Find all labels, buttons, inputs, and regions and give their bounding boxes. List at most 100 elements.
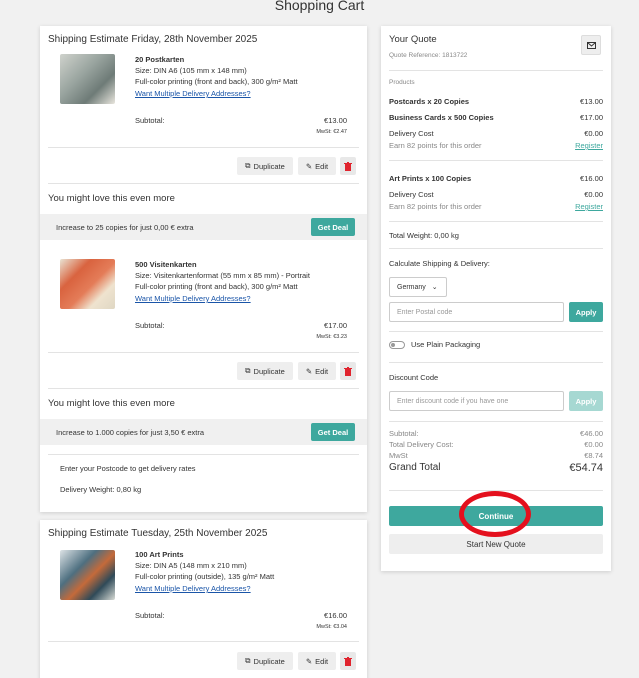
plain-packaging-toggle[interactable]: [389, 340, 405, 349]
grand-total-label: Grand Total: [389, 462, 441, 473]
plain-packaging-row: Use Plain Packaging: [389, 340, 480, 349]
divider: [48, 147, 359, 148]
subtotal-label: Subtotal:: [135, 116, 165, 125]
duplicate-button[interactable]: ⧉ Duplicate: [237, 157, 293, 175]
delivery-cost-row: Delivery Cost €0.00: [389, 190, 603, 199]
divider: [389, 362, 603, 363]
product-size: Size: Visitenkartenformat (55 mm x 85 mm…: [135, 271, 310, 280]
duplicate-button[interactable]: ⧉ Duplicate: [237, 652, 293, 670]
art-print-thumbnail: [60, 550, 115, 600]
quote-line-art-prints: Art Prints x 100 Copies €16.00: [389, 174, 603, 183]
register-link[interactable]: Register: [575, 141, 603, 150]
trash-icon: [344, 161, 352, 171]
vat-value: MwSt: €3.04: [316, 624, 347, 630]
delivery-cost-row: Delivery Cost €0.00: [389, 129, 603, 138]
postcode-note: Enter your Postcode to get delivery rate…: [60, 464, 196, 473]
discount-code-input[interactable]: Enter discount code if you have one: [389, 391, 564, 411]
divider: [48, 454, 359, 455]
grand-total-row: Grand Total €54.74: [389, 462, 603, 474]
country-value: Germany: [397, 283, 426, 291]
divider: [48, 388, 359, 389]
delivery-cost-label: Delivery Cost: [389, 190, 434, 199]
chevron-down-icon: ⌄: [431, 284, 438, 291]
upsell-bar: Increase to 1.000 copies for just 3,50 €…: [40, 419, 367, 445]
earn-points-row: Earn 82 points for this order Register: [389, 202, 603, 211]
quote-reference: Quote Reference: 1813722: [389, 52, 468, 59]
edit-icon: ✎: [305, 366, 313, 376]
products-label: Products: [389, 79, 415, 86]
apply-postal-button[interactable]: Apply: [569, 302, 603, 322]
subtotal-label: Subtotal:: [135, 321, 165, 330]
product-size: Size: DIN A5 (148 mm x 210 mm): [135, 561, 247, 570]
shipping-estimate-heading: Shipping Estimate Tuesday, 25th November…: [48, 528, 268, 539]
edit-button[interactable]: ✎ Edit: [298, 362, 336, 380]
delivery-weight: Delivery Weight: 0,80 kg: [60, 485, 142, 494]
duplicate-button[interactable]: ⧉ Duplicate: [237, 362, 293, 380]
subtotal-label: Subtotal:: [135, 611, 165, 620]
earn-points-text: Earn 82 points for this order: [389, 141, 482, 150]
product-size: Size: DIN A6 (105 mm x 148 mm): [135, 66, 247, 75]
vat-value: MwSt: €3.23: [316, 334, 347, 340]
upsell-title: You might love this even more: [48, 193, 175, 204]
delete-button[interactable]: [340, 362, 356, 380]
edit-button[interactable]: ✎ Edit: [298, 157, 336, 175]
subtotal-value: €46.00: [580, 429, 603, 438]
trash-icon: [344, 366, 352, 376]
subtotal-value: €13.00: [324, 116, 347, 125]
quote-line-postcards: Postcards x 20 Copies €13.00: [389, 97, 603, 106]
total-weight: Total Weight: 0,00 kg: [389, 231, 459, 240]
email-quote-button[interactable]: [581, 35, 601, 55]
multiple-delivery-link[interactable]: Want Multiple Delivery Addresses?: [135, 88, 298, 99]
line-label: Postcards x 20 Copies: [389, 97, 470, 106]
business-card-thumbnail: [60, 259, 115, 309]
duplicate-icon: ⧉: [245, 366, 251, 375]
divider: [389, 248, 603, 249]
upsell-title: You might love this even more: [48, 398, 175, 409]
delivery-cost-value: €0.00: [584, 190, 603, 199]
start-new-quote-button[interactable]: Start New Quote: [389, 534, 603, 554]
quote-panel: Your Quote Quote Reference: 1813722 Prod…: [381, 26, 611, 571]
total-delivery-row: Total Delivery Cost: €0.00: [389, 440, 603, 449]
multiple-delivery-link[interactable]: Want Multiple Delivery Addresses?: [135, 583, 274, 594]
product-name: 20 Postkarten: [135, 55, 185, 64]
shipping-estimate-heading: Shipping Estimate Friday, 28th November …: [48, 34, 258, 45]
edit-button[interactable]: ✎ Edit: [298, 652, 336, 670]
divider: [389, 221, 603, 222]
get-deal-button[interactable]: Get Deal: [311, 423, 355, 441]
mwst-value: €8.74: [584, 451, 603, 460]
earn-points-text: Earn 82 points for this order: [389, 202, 482, 211]
subtotal-value: €17.00: [324, 321, 347, 330]
duplicate-label: Duplicate: [253, 161, 285, 171]
product-name: 500 Visitenkarten: [135, 260, 197, 269]
trash-icon: [344, 656, 352, 666]
apply-discount-button[interactable]: Apply: [569, 391, 603, 411]
edit-label: Edit: [315, 366, 329, 376]
upsell-bar: Increase to 25 copies for just 0,00 € ex…: [40, 214, 367, 240]
delete-button[interactable]: [340, 157, 356, 175]
product-printing: Full-color printing (outside), 135 g/m² …: [135, 572, 275, 581]
postal-code-input[interactable]: Enter Postal code: [389, 302, 564, 322]
highlight-circle: [459, 491, 531, 537]
country-select[interactable]: Germany ⌄: [389, 277, 447, 297]
edit-label: Edit: [315, 161, 329, 171]
get-deal-button[interactable]: Get Deal: [311, 218, 355, 236]
mwst-label: MwSt: [389, 451, 408, 460]
edit-icon: ✎: [305, 656, 313, 666]
multiple-delivery-link[interactable]: Want Multiple Delivery Addresses?: [135, 293, 310, 304]
postcard-thumbnail: [60, 54, 115, 104]
upsell-offer: Increase to 1.000 copies for just 3,50 €…: [56, 427, 205, 437]
line-value: €16.00: [580, 174, 603, 183]
register-link[interactable]: Register: [575, 202, 603, 211]
line-value: €17.00: [580, 113, 603, 122]
subtotal-label: Subtotal:: [389, 429, 419, 438]
divider: [389, 70, 603, 71]
delivery-cost-value: €0.00: [584, 129, 603, 138]
delete-button[interactable]: [340, 652, 356, 670]
divider: [389, 421, 603, 422]
grand-total-value: €54.74: [569, 462, 603, 474]
product-visitenkarten: 500 Visitenkarten Size: Visitenkartenfor…: [135, 259, 310, 304]
quote-line-business-cards: Business Cards x 500 Copies €17.00: [389, 113, 603, 122]
edit-icon: ✎: [305, 161, 313, 171]
product-printing: Full-color printing (front and back), 30…: [135, 282, 298, 291]
subtotal-value: €16.00: [324, 611, 347, 620]
